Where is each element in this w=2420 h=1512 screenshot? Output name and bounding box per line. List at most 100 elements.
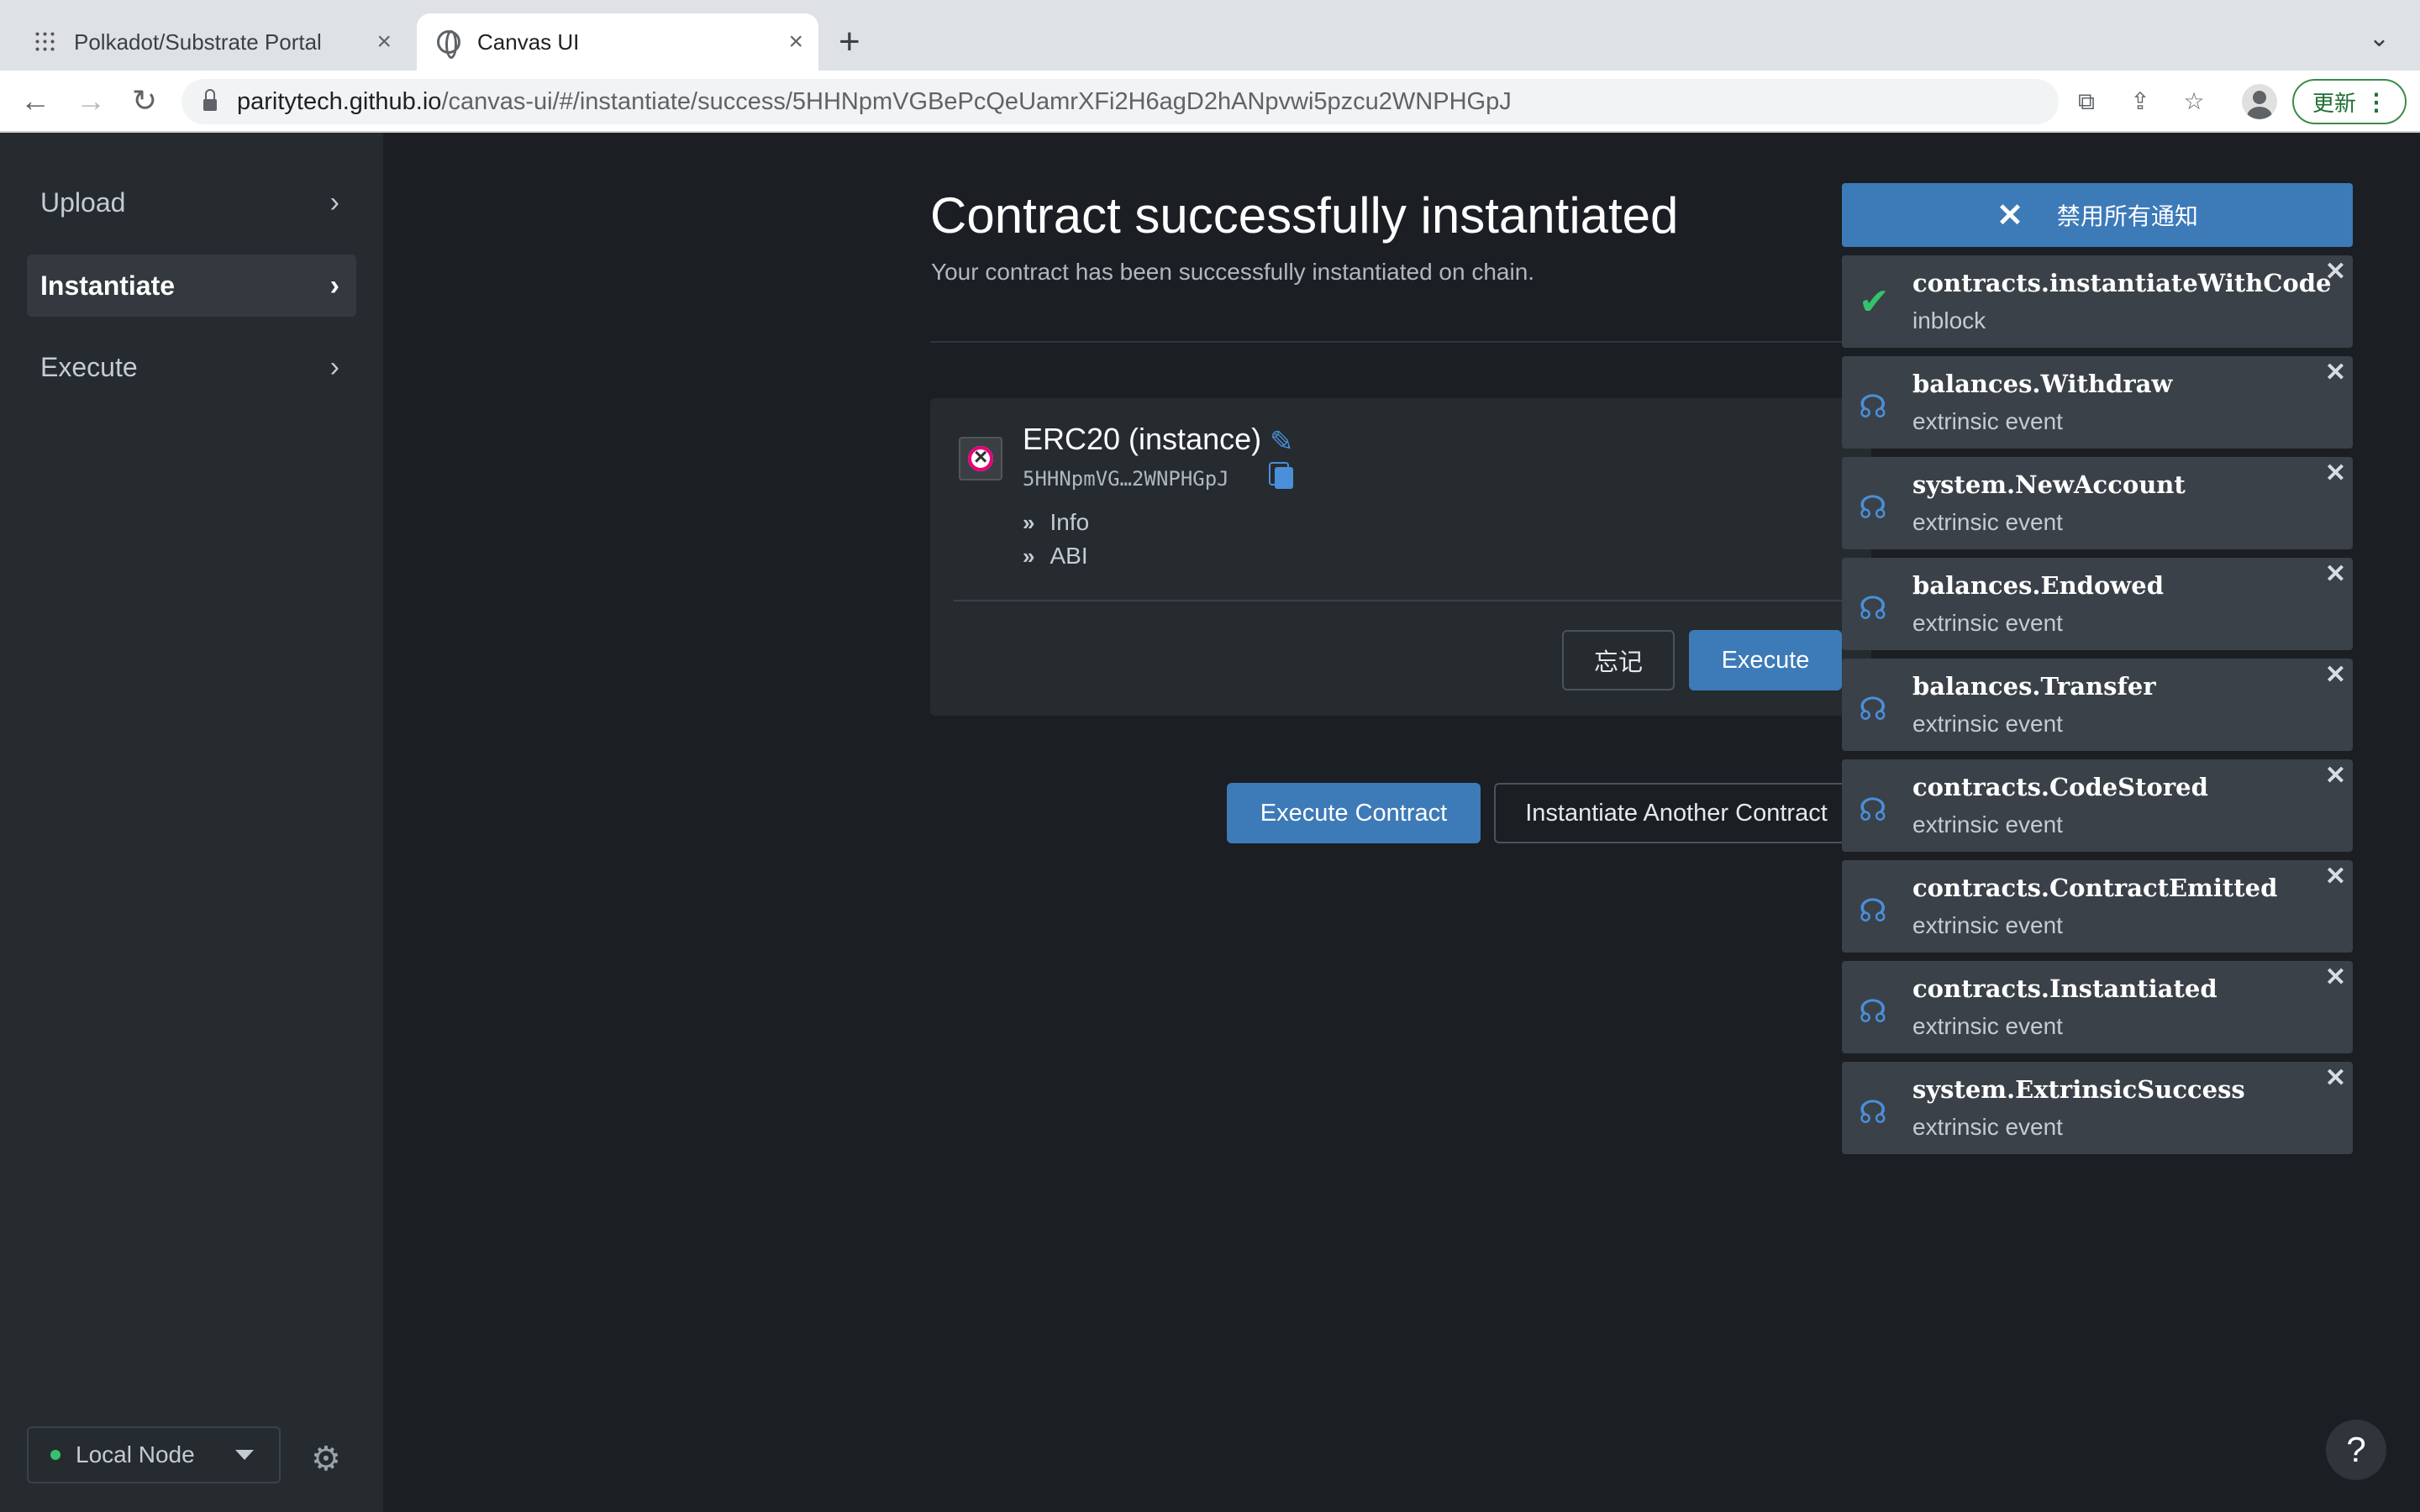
close-icon[interactable]: ✕: [2325, 1063, 2346, 1093]
close-icon[interactable]: ✕: [2325, 963, 2346, 992]
chevron-right-icon: ›: [329, 186, 339, 218]
translate-icon[interactable]: ⧉: [2072, 87, 2101, 116]
notification-title: system.NewAccount: [1912, 470, 2186, 499]
sidebar-item-execute[interactable]: Execute ›: [27, 336, 356, 398]
instantiate-another-contract-button[interactable]: Instantiate Another Contract: [1494, 783, 1859, 843]
card-divider: [954, 600, 1871, 601]
sidebar-item-upload[interactable]: Upload ›: [27, 171, 356, 234]
node-label: Local Node: [76, 1441, 195, 1467]
settings-gear-icon[interactable]: ⚙: [311, 1440, 341, 1478]
expander-label: Info: [1050, 509, 1090, 535]
check-icon: ✔: [1859, 281, 1890, 323]
listening-ear-icon: ☊: [1859, 591, 1887, 627]
notification-item: ☊ contracts.CodeStored extrinsic event ✕: [1842, 759, 2353, 852]
dismiss-all-notifications-button[interactable]: ✕ 禁用所有通知: [1842, 183, 2353, 247]
close-icon: ✕: [1996, 197, 2023, 234]
page-subtitle: Your contract has been successfully inst…: [931, 259, 1535, 285]
contract-name: ERC20 (instance): [1023, 422, 1262, 456]
tab-title: Polkadot/Substrate Portal: [74, 29, 322, 55]
close-icon[interactable]: ✕: [2325, 660, 2346, 690]
notification-item: ✔ contracts.instantiateWithCode inblock …: [1842, 255, 2353, 348]
profile-avatar-icon[interactable]: [2242, 84, 2277, 119]
notification-subtitle: inblock: [1912, 307, 1986, 333]
notification-title: contracts.Instantiated: [1912, 974, 2217, 1003]
notification-item: ☊ contracts.ContractEmitted extrinsic ev…: [1842, 860, 2353, 953]
notification-title: balances.Transfer: [1912, 672, 2156, 701]
tab-close-icon[interactable]: ×: [788, 28, 803, 56]
kebab-menu-icon: ⋮: [2365, 88, 2388, 115]
notification-item: ☊ balances.Withdraw extrinsic event ✕: [1842, 356, 2353, 449]
chevron-right-icon: ›: [329, 350, 339, 383]
notification-item: ☊ balances.Transfer extrinsic event ✕: [1842, 659, 2353, 751]
notification-subtitle: extrinsic event: [1912, 509, 2063, 535]
tab-close-icon[interactable]: ×: [376, 28, 392, 56]
expander-abi[interactable]: » ABI: [1023, 543, 1088, 570]
listening-ear-icon: ☊: [1859, 390, 1887, 425]
sidebar: Upload › Instantiate › Execute › Local N…: [0, 133, 383, 1512]
listening-ear-icon: ☊: [1859, 995, 1887, 1030]
notification-title: contracts.CodeStored: [1912, 773, 2208, 801]
sidebar-item-instantiate[interactable]: Instantiate ›: [27, 255, 356, 317]
url-host: paritytech.github.io: [237, 87, 442, 115]
close-icon[interactable]: ✕: [2325, 761, 2346, 790]
help-button[interactable]: ?: [2326, 1420, 2386, 1480]
listening-ear-icon: ☊: [1859, 894, 1887, 929]
address-bar[interactable]: paritytech.github.io/canvas-ui/#/instant…: [182, 79, 2205, 124]
contract-identicon-icon: [959, 437, 1002, 480]
notification-item: ☊ system.NewAccount extrinsic event ✕: [1842, 457, 2353, 549]
sidebar-item-label: Instantiate: [40, 270, 176, 301]
notification-title: contracts.instantiateWithCode: [1912, 269, 2332, 297]
globe-favicon-icon: [437, 30, 460, 59]
close-icon[interactable]: ✕: [2325, 862, 2346, 891]
contract-card: ERC20 (instance) ✎ 5HHNpmVG…2WNPHGpJ » In…: [930, 398, 1871, 716]
listening-ear-icon: ☊: [1859, 491, 1887, 526]
browser-tab-polkadot-portal[interactable]: Polkadot/Substrate Portal ×: [20, 13, 407, 71]
execute-contract-button[interactable]: Execute Contract: [1227, 783, 1481, 843]
notification-subtitle: extrinsic event: [1912, 711, 2063, 737]
double-chevron-right-icon: »: [1023, 543, 1035, 569]
listening-ear-icon: ☊: [1859, 692, 1887, 727]
new-tab-plus-icon[interactable]: +: [839, 20, 860, 64]
notification-title: balances.Withdraw: [1912, 370, 2173, 398]
notification-item: ☊ balances.Endowed extrinsic event ✕: [1842, 558, 2353, 650]
forget-button[interactable]: 忘记: [1562, 630, 1675, 690]
page-title: Contract successfully instantiated: [930, 187, 1679, 244]
browser-update-button[interactable]: 更新 ⋮: [2292, 79, 2407, 124]
node-selector[interactable]: Local Node: [27, 1426, 281, 1483]
notification-subtitle: extrinsic event: [1912, 1114, 2063, 1140]
close-icon[interactable]: ✕: [2325, 358, 2346, 387]
double-chevron-right-icon: »: [1023, 510, 1035, 535]
tab-title: Canvas UI: [477, 29, 580, 55]
sidebar-item-label: Execute: [40, 351, 138, 382]
notification-subtitle: extrinsic event: [1912, 811, 2063, 837]
close-icon[interactable]: ✕: [2325, 459, 2346, 488]
sidebar-item-label: Upload: [40, 186, 126, 218]
chevron-right-icon: ›: [329, 269, 339, 302]
close-icon[interactable]: ✕: [2325, 257, 2346, 286]
edit-pencil-icon[interactable]: ✎: [1270, 425, 1294, 459]
notification-item: ☊ system.ExtrinsicSuccess extrinsic even…: [1842, 1062, 2353, 1154]
node-status-dot-icon: [50, 1450, 60, 1460]
browser-tab-canvas-ui[interactable]: Canvas UI ×: [417, 13, 818, 71]
reload-icon[interactable]: ↻: [126, 82, 163, 119]
share-icon[interactable]: ⇪: [2126, 87, 2154, 116]
notification-title: balances.Endowed: [1912, 571, 2164, 600]
listening-ear-icon: ☊: [1859, 1095, 1887, 1131]
execute-button[interactable]: Execute: [1689, 630, 1842, 690]
close-icon[interactable]: ✕: [2325, 559, 2346, 589]
browser-tab-strip: Polkadot/Substrate Portal × Canvas UI × …: [0, 0, 2420, 71]
url-path: /canvas-ui/#/instantiate/success/5HHNpmV…: [441, 87, 1512, 115]
dismiss-all-label: 禁用所有通知: [2056, 203, 2198, 229]
forward-arrow-icon[interactable]: →: [72, 82, 109, 119]
notification-subtitle: extrinsic event: [1912, 912, 2063, 938]
back-arrow-icon[interactable]: ←: [17, 82, 54, 119]
notification-subtitle: extrinsic event: [1912, 610, 2063, 636]
expander-label: ABI: [1050, 543, 1088, 569]
tab-search-chevron-icon[interactable]: ⌄: [2369, 24, 2390, 53]
listening-ear-icon: ☊: [1859, 793, 1887, 828]
lock-icon: [203, 89, 217, 111]
bookmark-star-icon[interactable]: ☆: [2180, 87, 2208, 116]
expander-info[interactable]: » Info: [1023, 509, 1089, 536]
browser-toolbar: ← → ↻ paritytech.github.io/canvas-ui/#/i…: [0, 71, 2420, 133]
copy-icon[interactable]: [1275, 467, 1293, 489]
